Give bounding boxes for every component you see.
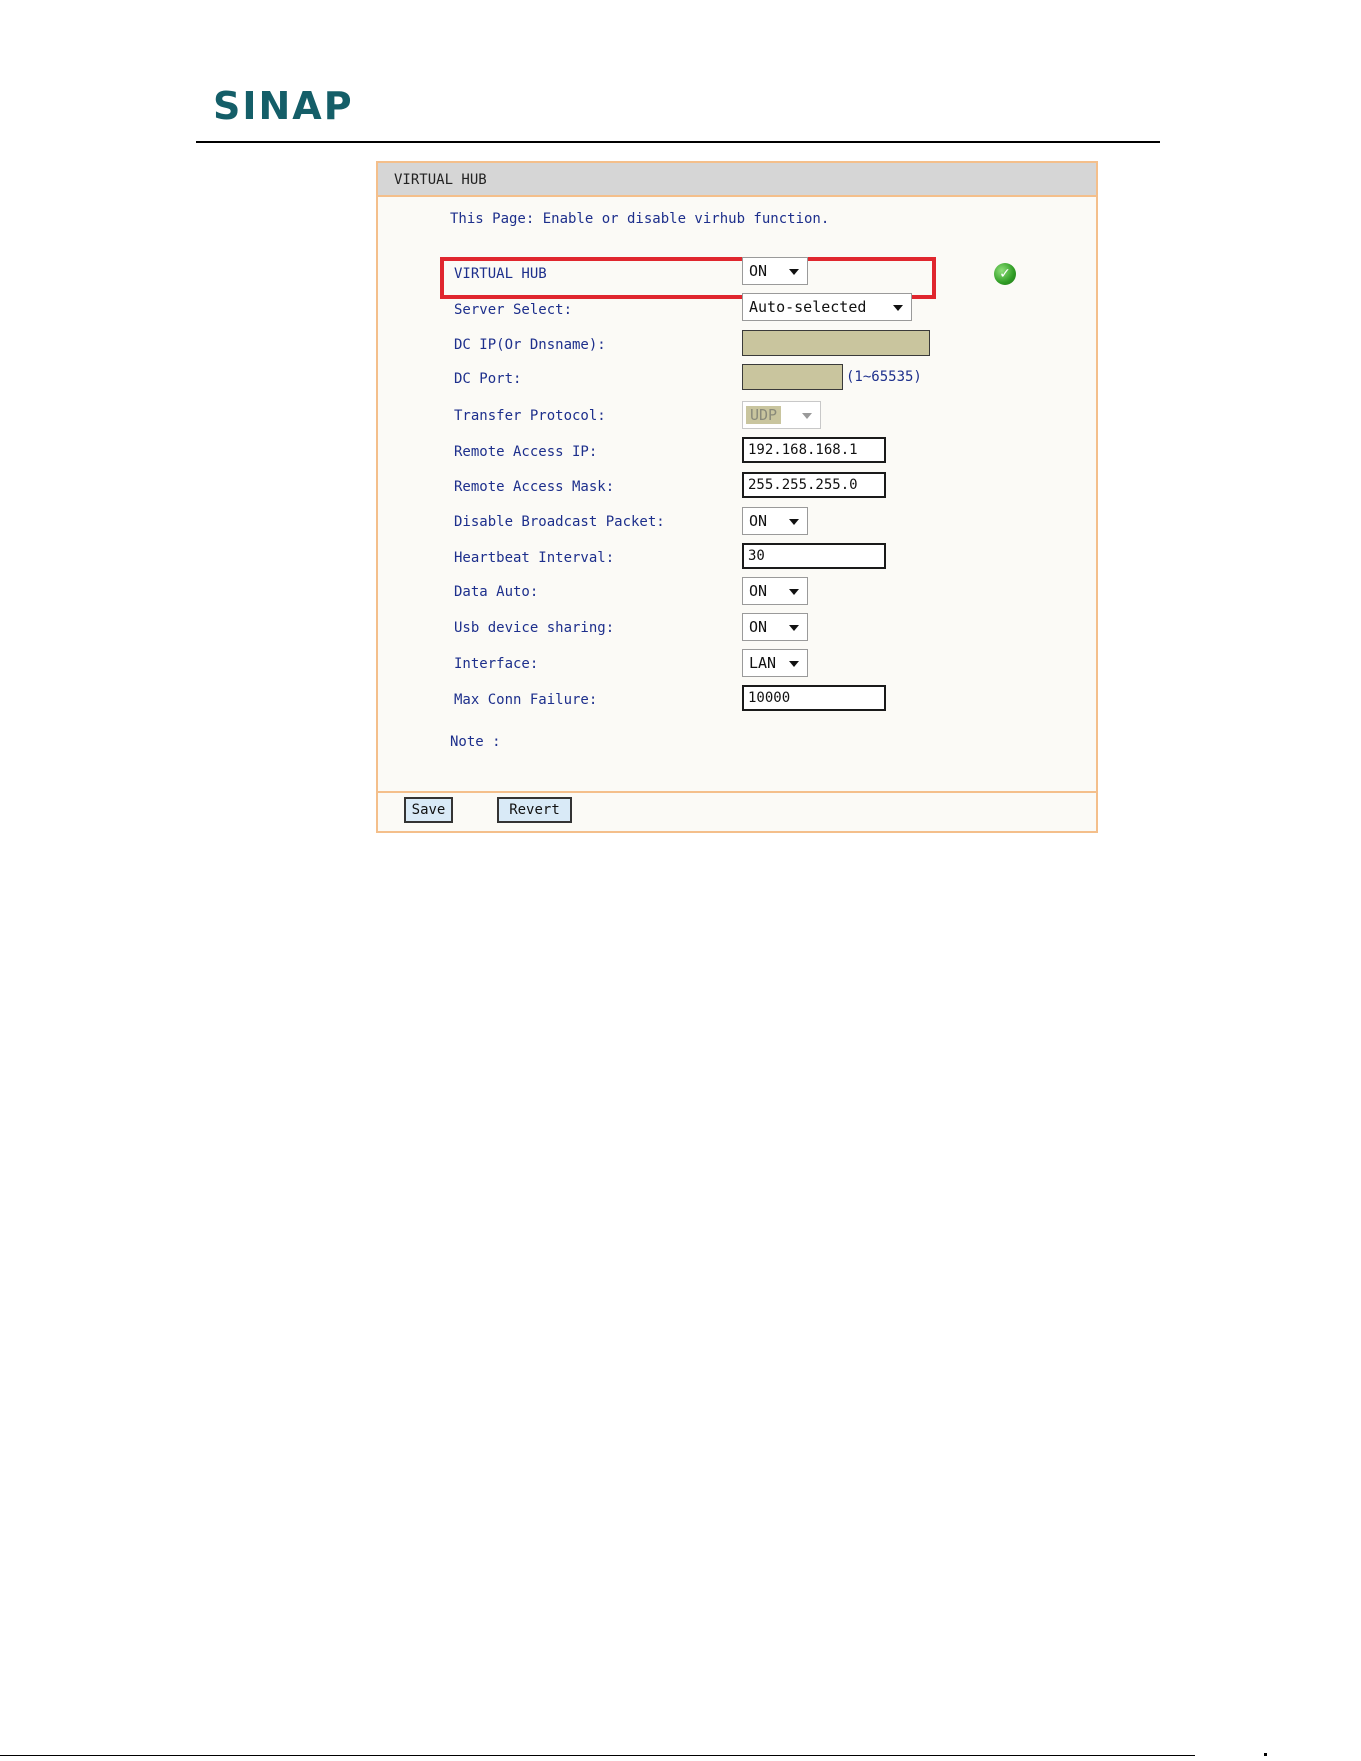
interface-label: Interface: — [454, 656, 539, 672]
revert-button[interactable]: Revert — [497, 797, 572, 823]
row-heartbeat-interval: Heartbeat Interval: 30 — [378, 543, 1096, 573]
usb-sharing-label: Usb device sharing: — [454, 620, 615, 636]
footer-mark — [1264, 1753, 1267, 1756]
row-data-auto: Data Auto: ON — [378, 577, 1096, 607]
dc-port-range-hint: (1~65535) — [846, 369, 922, 385]
disable-broadcast-label: Disable Broadcast Packet: — [454, 514, 665, 530]
header-divider — [196, 141, 1160, 143]
virtual-hub-value: ON — [749, 262, 768, 280]
chevron-down-icon — [802, 413, 812, 419]
data-auto-label: Data Auto: — [454, 584, 539, 600]
row-remote-access-mask: Remote Access Mask: 255.255.255.0 — [378, 472, 1096, 502]
chevron-down-icon — [893, 305, 903, 311]
chevron-down-icon — [789, 589, 799, 595]
remote-access-ip-label: Remote Access IP: — [454, 444, 598, 460]
chevron-down-icon — [789, 625, 799, 631]
server-select-value: Auto-selected — [749, 298, 867, 316]
data-auto-value: ON — [749, 582, 768, 600]
footer-divider — [0, 1755, 1195, 1756]
chevron-down-icon — [789, 269, 799, 275]
dc-ip-input[interactable] — [742, 330, 930, 356]
row-disable-broadcast: Disable Broadcast Packet: ON — [378, 507, 1096, 537]
disable-broadcast-value: ON — [749, 512, 768, 530]
row-transfer-protocol: Transfer Protocol: UDP — [378, 401, 1096, 431]
data-auto-select[interactable]: ON — [742, 577, 808, 605]
note-label: Note : — [450, 734, 501, 750]
transfer-protocol-select[interactable]: UDP — [742, 401, 821, 429]
max-conn-failure-label: Max Conn Failure: — [454, 692, 598, 708]
dc-port-input[interactable] — [742, 364, 843, 390]
save-button[interactable]: Save — [404, 797, 453, 823]
usb-sharing-value: ON — [749, 618, 768, 636]
page-description: This Page: Enable or disable virhub func… — [450, 211, 830, 227]
chevron-down-icon — [789, 519, 799, 525]
heartbeat-interval-label: Heartbeat Interval: — [454, 550, 615, 566]
row-interface: Interface: LAN — [378, 649, 1096, 679]
transfer-protocol-value: UDP — [746, 406, 782, 424]
heartbeat-interval-input[interactable]: 30 — [742, 543, 886, 569]
row-remote-access-ip: Remote Access IP: 192.168.168.1 — [378, 437, 1096, 467]
panel-title: VIRTUAL HUB — [378, 163, 1096, 197]
transfer-protocol-label: Transfer Protocol: — [454, 408, 606, 424]
disable-broadcast-select[interactable]: ON — [742, 507, 808, 535]
virtual-hub-panel: VIRTUAL HUB This Page: Enable or disable… — [376, 161, 1098, 833]
server-select-label: Server Select: — [454, 302, 573, 318]
max-conn-failure-input[interactable]: 10000 — [742, 685, 886, 711]
button-bar: Save Revert — [378, 791, 1096, 831]
remote-access-ip-input[interactable]: 192.168.168.1 — [742, 437, 886, 463]
row-dc-port: DC Port: (1~65535) — [378, 364, 1096, 394]
sinap-logo: SINAP — [213, 84, 354, 128]
row-dc-ip: DC IP(Or Dnsname): — [378, 330, 1096, 360]
row-virtual-hub: VIRTUAL HUB ON — [378, 257, 1096, 289]
dc-ip-label: DC IP(Or Dnsname): — [454, 337, 606, 353]
server-select-dropdown[interactable]: Auto-selected — [742, 293, 912, 321]
row-server-select: Server Select: Auto-selected — [378, 293, 1096, 325]
virtual-hub-select[interactable]: ON — [742, 257, 808, 285]
interface-select[interactable]: LAN — [742, 649, 808, 677]
row-usb-sharing: Usb device sharing: ON — [378, 613, 1096, 643]
remote-access-mask-input[interactable]: 255.255.255.0 — [742, 472, 886, 498]
virtual-hub-label: VIRTUAL HUB — [454, 266, 547, 282]
usb-sharing-select[interactable]: ON — [742, 613, 808, 641]
interface-value: LAN — [749, 654, 777, 672]
dc-port-label: DC Port: — [454, 371, 522, 387]
row-max-conn-failure: Max Conn Failure: 10000 — [378, 685, 1096, 715]
check-circle-icon: ✓ — [994, 263, 1016, 285]
remote-access-mask-label: Remote Access Mask: — [454, 479, 615, 495]
chevron-down-icon — [789, 661, 799, 667]
